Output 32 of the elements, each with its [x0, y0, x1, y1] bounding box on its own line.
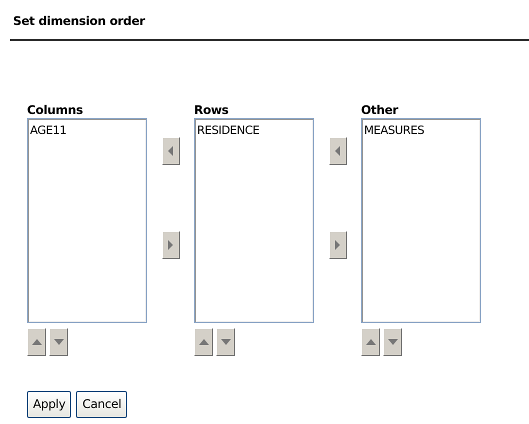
move-down-button[interactable] [49, 328, 68, 356]
down-triangle-icon [388, 338, 398, 346]
right-triangle-icon [334, 240, 341, 250]
move-down-button[interactable] [216, 328, 235, 356]
move-up-button[interactable] [27, 328, 46, 356]
left-triangle-icon [167, 146, 174, 156]
move-right-button[interactable] [328, 231, 346, 259]
move-up-button[interactable] [194, 328, 213, 356]
move-down-button[interactable] [383, 328, 402, 356]
action-button[interactable]: Cancel [76, 391, 128, 418]
move-left-button[interactable] [162, 137, 180, 165]
up-triangle-icon [366, 338, 376, 346]
list-item[interactable]: AGE11 [30, 122, 144, 140]
up-triangle-icon [198, 338, 208, 346]
right-triangle-icon [167, 240, 174, 250]
list-box[interactable]: RESIDENCE [194, 118, 314, 323]
down-triangle-icon [54, 338, 64, 346]
list-item[interactable]: MEASURES [364, 122, 478, 140]
move-up-button[interactable] [361, 328, 380, 356]
dialog-title: Set dimension order [13, 13, 146, 30]
list-item[interactable]: RESIDENCE [197, 122, 311, 140]
action-button[interactable]: Apply [27, 391, 72, 418]
list-label: Rows [194, 102, 230, 118]
move-left-button[interactable] [328, 137, 346, 165]
left-triangle-icon [334, 146, 341, 156]
list-box[interactable]: AGE11 [27, 118, 147, 323]
up-triangle-icon [32, 338, 42, 346]
move-right-button[interactable] [162, 231, 180, 259]
list-box[interactable]: MEASURES [361, 118, 481, 323]
down-triangle-icon [220, 338, 230, 346]
list-label: Other [361, 102, 400, 118]
list-label: Columns [27, 102, 84, 118]
